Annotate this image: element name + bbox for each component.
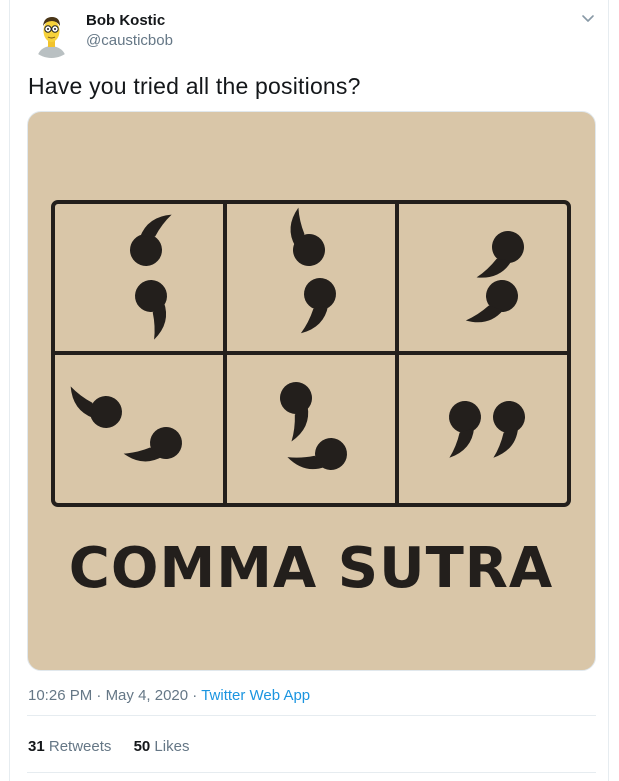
retweets-label: Retweets bbox=[48, 738, 112, 755]
cartoon-avatar-icon bbox=[37, 17, 66, 58]
tweet-card: Bob Kostic @causticbob Have you tried al… bbox=[9, 0, 609, 781]
comma-pair-5 bbox=[277, 379, 352, 484]
tweet-text: Have you tried all the positions? bbox=[28, 73, 361, 99]
comma-pair-3 bbox=[462, 225, 530, 339]
tweet-meta: 10:26 PM · May 4, 2020 · Twitter Web App bbox=[28, 687, 310, 704]
author-handle[interactable]: @causticbob bbox=[86, 32, 173, 49]
meta-separator: · bbox=[192, 687, 198, 704]
retweets-count: 31 bbox=[28, 738, 45, 755]
tweet-stats: 31 Retweets 50 Likes bbox=[28, 738, 189, 755]
chevron-down-icon[interactable] bbox=[580, 10, 596, 26]
likes-count: 50 bbox=[133, 738, 151, 755]
divider bbox=[27, 715, 596, 716]
avatar[interactable] bbox=[27, 9, 76, 58]
likes-stat[interactable]: 50 Likes bbox=[134, 738, 190, 755]
comma-pair-4 bbox=[61, 382, 188, 478]
tweet-time[interactable]: 10:26 PM bbox=[28, 687, 92, 704]
tweet-image[interactable]: COMMA SUTRA bbox=[27, 111, 596, 671]
tweet-date[interactable]: May 4, 2020 bbox=[106, 687, 189, 704]
source-app-link[interactable]: Twitter Web App bbox=[201, 687, 310, 704]
comma-sutra-image: COMMA SUTRA bbox=[51, 200, 571, 601]
author-name[interactable]: Bob Kostic bbox=[86, 12, 165, 29]
retweets-stat[interactable]: 31 Retweets bbox=[28, 738, 116, 755]
divider bbox=[27, 772, 596, 773]
comma-pair-2 bbox=[274, 205, 339, 339]
likes-label: Likes bbox=[154, 738, 190, 755]
comma-pair-6 bbox=[445, 399, 527, 461]
meta-separator: · bbox=[96, 687, 102, 704]
image-caption: COMMA SUTRA bbox=[69, 536, 553, 601]
comma-pair-1 bbox=[125, 205, 181, 341]
